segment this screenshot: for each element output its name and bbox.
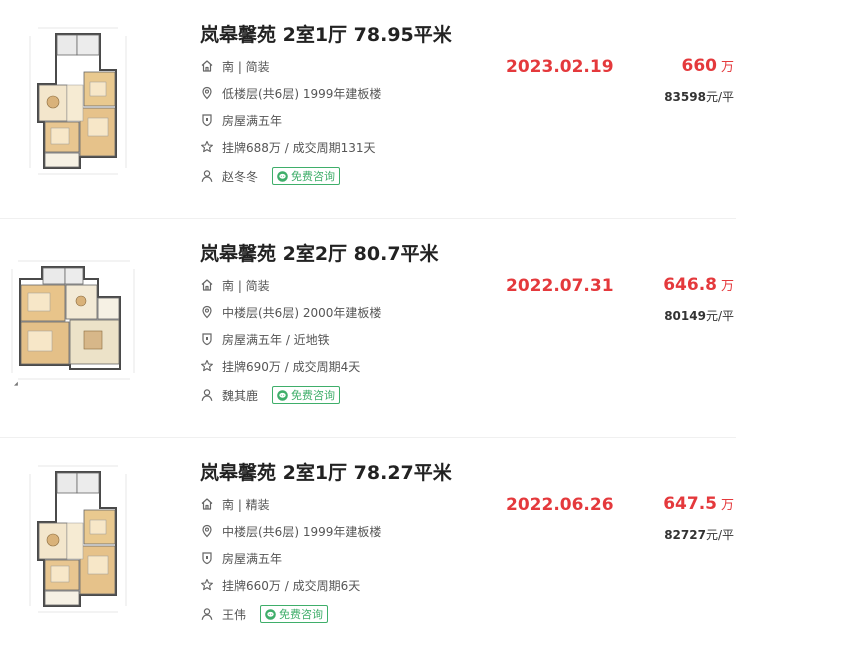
unit-price-number: 82727 — [664, 528, 706, 542]
deal-cycle-text: 挂牌660万 / 成交周期6天 — [222, 578, 361, 593]
deal-cycle-text: 挂牌690万 / 成交周期4天 — [222, 359, 361, 374]
listing-title[interactable]: 岚皋馨苑 2室1厅 78.95平米 — [200, 20, 452, 47]
features-row: 房屋满五年 — [200, 111, 282, 129]
star-icon — [200, 140, 214, 154]
wechat-chat-icon — [265, 609, 276, 620]
unit-price-suffix: 元/平 — [705, 309, 734, 323]
total-price-unit: 万 — [720, 279, 734, 294]
floor-info: 低楼层(共6层) 1999年建板楼 — [222, 86, 382, 101]
deal-cycle-row: 挂牌688万 / 成交周期131天 — [200, 138, 375, 156]
location-pin-icon — [200, 305, 214, 319]
deal-listing-item: 岚皋馨苑 2室1厅 78.27平米 南 | 精装 中楼层(共6层) 1999年建… — [0, 438, 736, 657]
free-consult-label: 免费咨询 — [291, 170, 336, 183]
shield-icon — [200, 113, 214, 127]
agent-row: 魏其鹿 免费咨询 — [200, 386, 341, 404]
person-icon — [200, 169, 214, 183]
house-icon — [200, 497, 214, 511]
orientation-row: 南 | 简装 — [200, 57, 270, 75]
orientation-decoration: 南 | 精装 — [222, 497, 270, 512]
star-icon — [200, 578, 214, 592]
shield-icon — [200, 551, 214, 565]
listing-title[interactable]: 岚皋馨苑 2室2厅 80.7平米 — [200, 239, 439, 266]
total-price-number: 660 — [681, 56, 717, 76]
floor-row: 中楼层(共6层) 2000年建板楼 — [200, 303, 381, 321]
free-consult-button[interactable]: 免费咨询 — [272, 167, 341, 185]
agent-row: 王伟 免费咨询 — [200, 605, 329, 623]
agent-name[interactable]: 魏其鹿 — [222, 387, 258, 404]
orientation-decoration: 南 | 简装 — [222, 59, 270, 74]
features-text: 房屋满五年 — [222, 113, 283, 128]
agent-name[interactable]: 王伟 — [222, 606, 246, 623]
deal-date: 2022.07.31 — [506, 276, 614, 296]
deal-listing-item: 岚皋馨苑 2室1厅 78.95平米 南 | 简装 低楼层(共6层) 1999年建… — [0, 0, 736, 219]
agent-name[interactable]: 赵冬冬 — [222, 168, 258, 185]
free-consult-label: 免费咨询 — [291, 389, 336, 402]
total-price-unit: 万 — [720, 60, 734, 75]
free-consult-button[interactable]: 免费咨询 — [272, 386, 341, 404]
total-price-number: 646.8 — [663, 275, 717, 295]
unit-price: 82727元/平 — [664, 526, 734, 543]
deal-cycle-row: 挂牌660万 / 成交周期6天 — [200, 576, 360, 594]
deal-listing-item: 岚皋馨苑 2室2厅 80.7平米 南 | 简装 中楼层(共6层) 2000年建板… — [0, 219, 736, 438]
deal-listing-list: 岚皋馨苑 2室1厅 78.95平米 南 | 简装 低楼层(共6层) 1999年建… — [0, 0, 850, 657]
floor-plan-image[interactable] — [8, 22, 138, 180]
unit-price-number: 83598 — [664, 90, 706, 104]
unit-price-suffix: 元/平 — [705, 90, 734, 104]
wechat-chat-icon — [277, 390, 288, 401]
features-text: 房屋满五年 / 近地铁 — [222, 332, 330, 347]
shield-icon — [200, 332, 214, 346]
location-pin-icon — [200, 524, 214, 538]
unit-price-number: 80149 — [664, 309, 706, 323]
listing-title[interactable]: 岚皋馨苑 2室1厅 78.27平米 — [200, 458, 452, 485]
unit-price: 83598元/平 — [664, 88, 734, 105]
floor-plan-image[interactable] — [8, 241, 138, 399]
floor-plan-image[interactable] — [8, 460, 138, 618]
orientation-decoration: 南 | 简装 — [222, 278, 270, 293]
floor-row: 低楼层(共6层) 1999年建板楼 — [200, 84, 381, 102]
total-price: 660 万 — [681, 56, 734, 76]
unit-price-suffix: 元/平 — [705, 528, 734, 542]
free-consult-button[interactable]: 免费咨询 — [260, 605, 329, 623]
house-icon — [200, 59, 214, 73]
total-price-unit: 万 — [720, 498, 734, 513]
free-consult-label: 免费咨询 — [279, 608, 324, 621]
deal-cycle-text: 挂牌688万 / 成交周期131天 — [222, 140, 376, 155]
star-icon — [200, 359, 214, 373]
total-price: 646.8 万 — [663, 275, 734, 295]
agent-row: 赵冬冬 免费咨询 — [200, 167, 341, 185]
orientation-row: 南 | 简装 — [200, 276, 270, 294]
total-price-number: 647.5 — [663, 494, 717, 514]
floor-info: 中楼层(共6层) 1999年建板楼 — [222, 524, 382, 539]
features-row: 房屋满五年 / 近地铁 — [200, 330, 330, 348]
person-icon — [200, 388, 214, 402]
total-price: 647.5 万 — [663, 494, 734, 514]
floor-info: 中楼层(共6层) 2000年建板楼 — [222, 305, 382, 320]
features-row: 房屋满五年 — [200, 549, 282, 567]
features-text: 房屋满五年 — [222, 551, 283, 566]
house-icon — [200, 278, 214, 292]
floor-row: 中楼层(共6层) 1999年建板楼 — [200, 522, 381, 540]
deal-date: 2023.02.19 — [506, 57, 614, 77]
location-pin-icon — [200, 86, 214, 100]
wechat-chat-icon — [277, 171, 288, 182]
person-icon — [200, 607, 214, 621]
deal-cycle-row: 挂牌690万 / 成交周期4天 — [200, 357, 360, 375]
unit-price: 80149元/平 — [664, 307, 734, 324]
orientation-row: 南 | 精装 — [200, 495, 270, 513]
deal-date: 2022.06.26 — [506, 495, 614, 515]
